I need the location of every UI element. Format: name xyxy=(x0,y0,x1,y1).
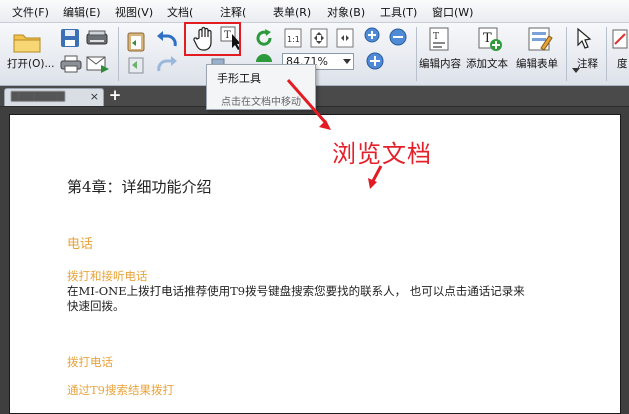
annotation-arrow-head-1 xyxy=(319,120,331,130)
annotation-arrows xyxy=(286,79,383,189)
annotation-arrow-to-tool xyxy=(286,79,327,123)
annotation-browse-document: 浏览文档 xyxy=(332,140,432,168)
